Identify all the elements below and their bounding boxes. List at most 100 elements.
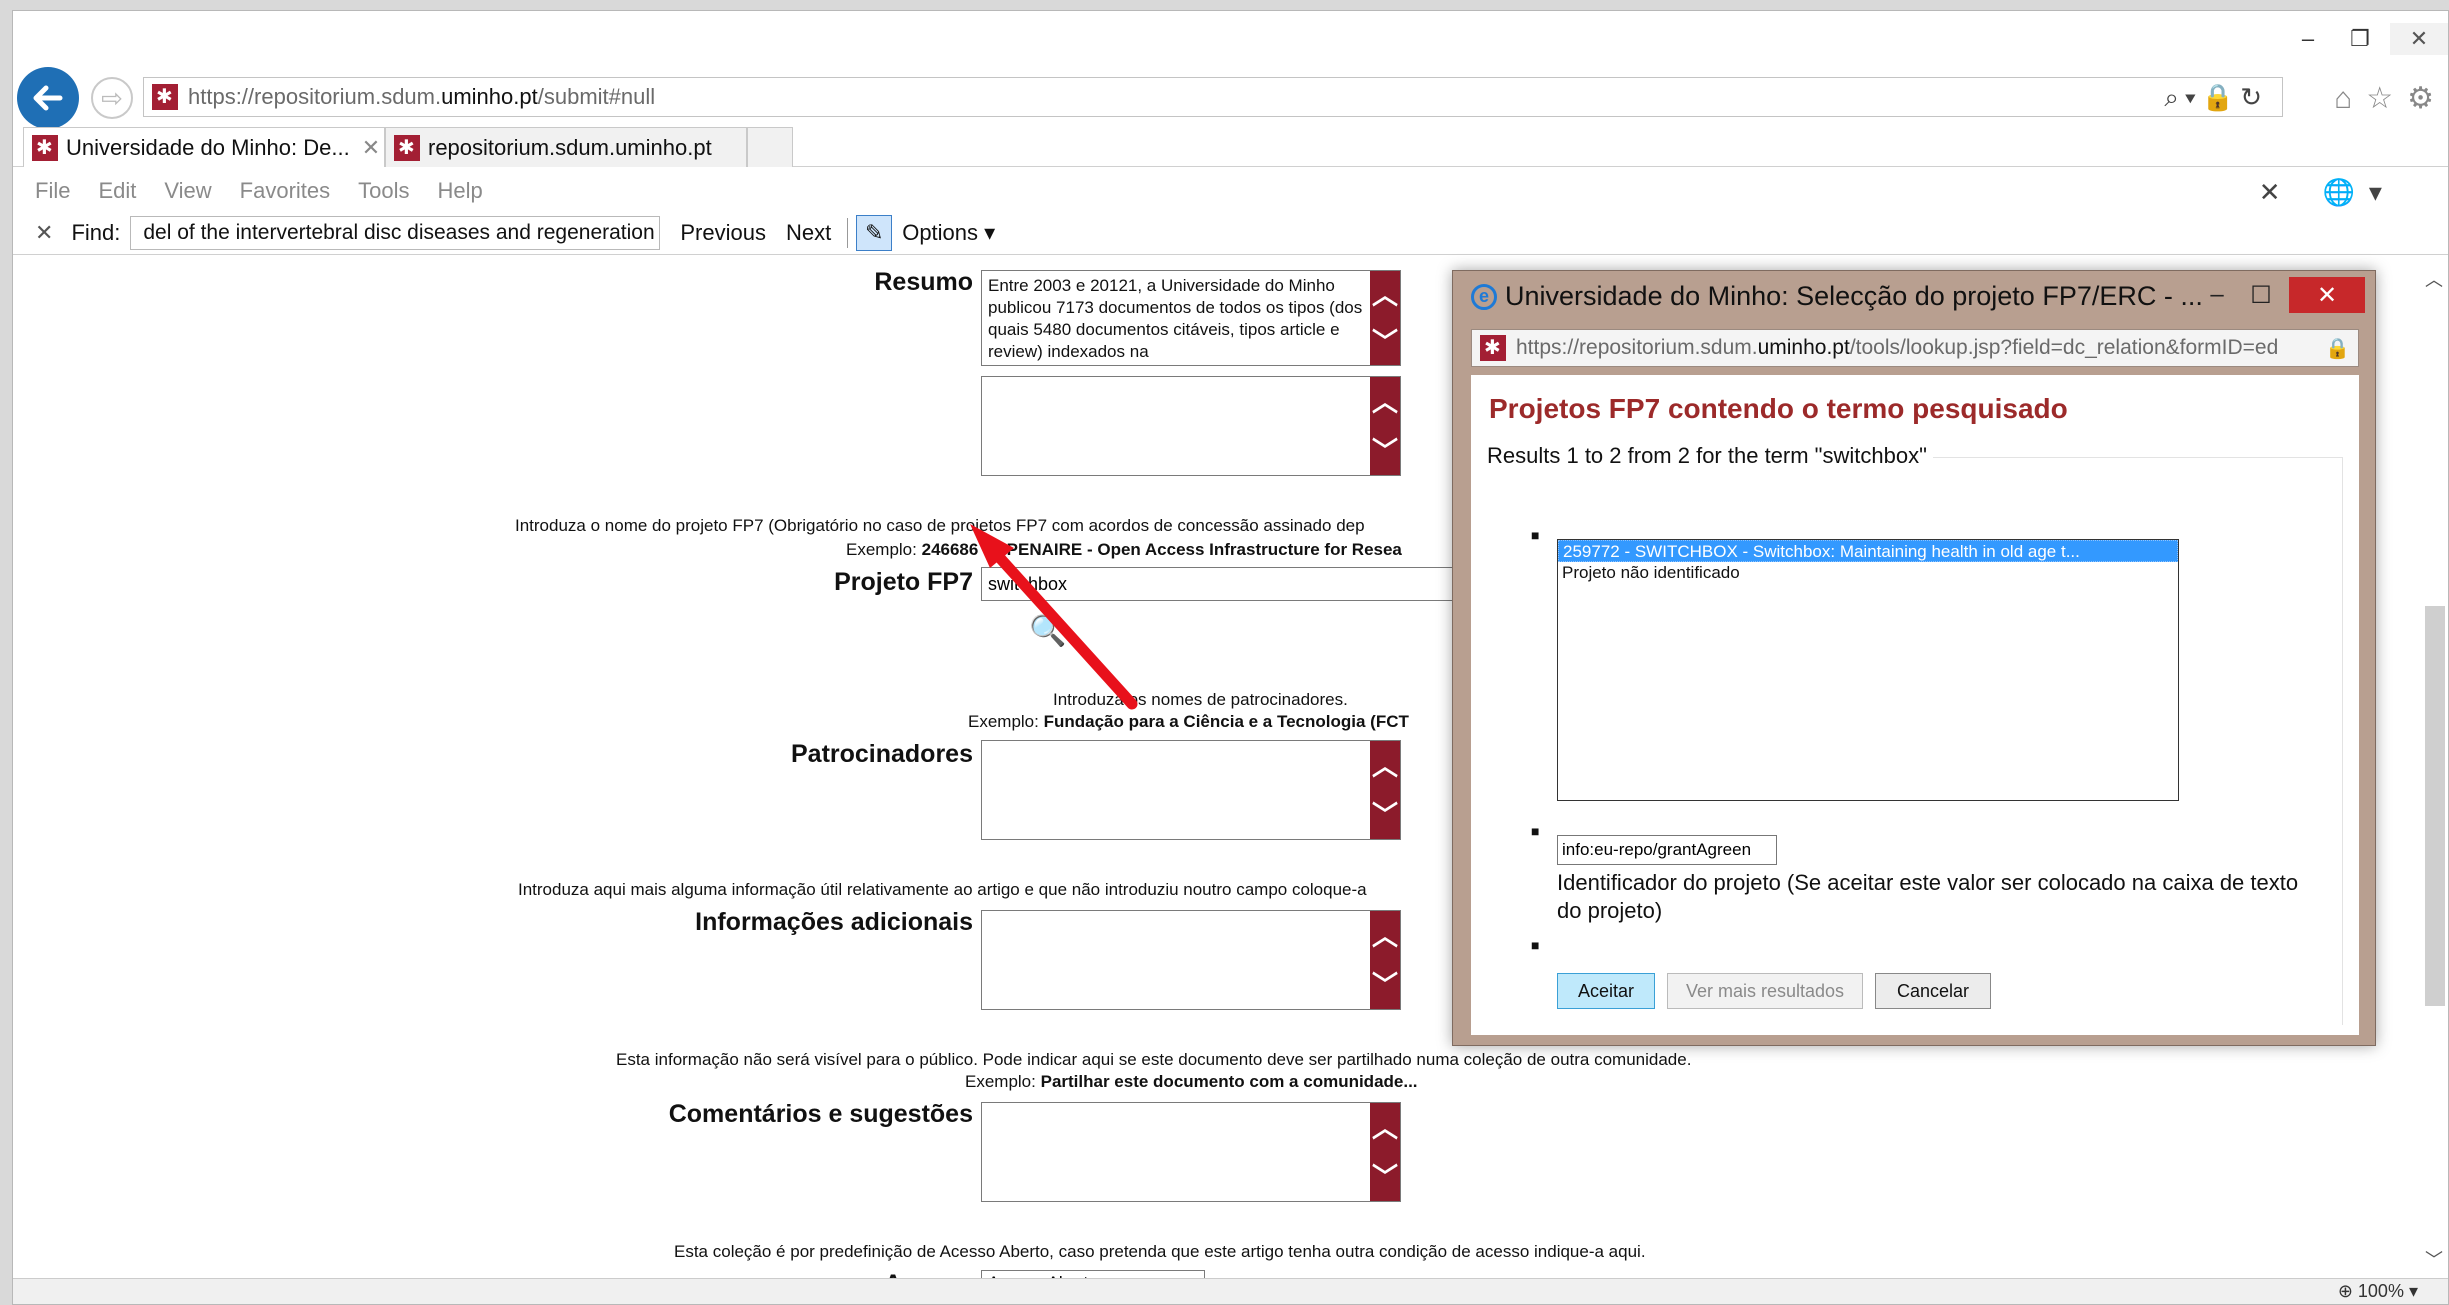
accept-button[interactable]: Aceitar: [1557, 973, 1655, 1009]
chevron-down-icon[interactable]: ﹀: [1372, 438, 1398, 464]
highlight-pencil-icon[interactable]: ✎: [856, 214, 893, 251]
find-previous-button[interactable]: Previous: [680, 220, 766, 246]
zoom-control[interactable]: ⊕ 100% ▾: [2338, 1281, 2418, 1302]
menu-favorites[interactable]: Favorites: [240, 178, 330, 204]
tab-favicon-icon: [394, 134, 420, 161]
sponsors-label: Patrocinadores: [790, 740, 973, 768]
page-scroll-thumb[interactable]: [2425, 606, 2445, 1006]
chevron-up-icon[interactable]: ︿: [1372, 389, 1398, 415]
window-caption-buttons: – ❐ ✕: [2278, 19, 2448, 59]
zoom-level: 100%: [2357, 1281, 2404, 1301]
chevron-down-icon[interactable]: ﹀: [1372, 329, 1398, 355]
cancel-button[interactable]: Cancelar: [1875, 973, 1991, 1009]
scroll-arrows[interactable]: ︿ ﹀: [1370, 1103, 1400, 1201]
chevron-up-icon[interactable]: ︿: [1372, 923, 1398, 949]
menu-right-icons: ✕ 🌐▾: [2259, 177, 2424, 208]
scroll-up-icon[interactable]: ︿: [2425, 266, 2443, 292]
tab-label: Universidade do Minho: De...: [66, 134, 350, 160]
chevron-down-icon[interactable]: ﹀: [1372, 1164, 1398, 1190]
forward-button[interactable]: ⇨: [91, 77, 133, 119]
tab-close-icon[interactable]: ✕: [362, 135, 380, 161]
comments-hint: Esta informação não será visível para o …: [616, 1050, 1692, 1069]
refresh-icon[interactable]: ↻: [2240, 82, 2268, 112]
results-listbox[interactable]: 259772 - SWITCHBOX - Switchbox: Maintain…: [1557, 539, 2179, 801]
resumo-textarea-2[interactable]: ︿ ﹀: [981, 376, 1401, 476]
identifier-input[interactable]: info:eu-repo/grantAgreen: [1557, 835, 1777, 865]
restore-icon[interactable]: ❐: [2338, 23, 2382, 55]
fp7-example: Exemplo: 246686 - OPENAIRE - Open Access…: [846, 540, 1402, 560]
page-scrollbar[interactable]: ︿ ﹀: [2422, 266, 2448, 1270]
ie-browser-icon: e: [1471, 283, 1497, 310]
resumo-textarea[interactable]: Entre 2003 e 20121, a Universidade do Mi…: [981, 270, 1401, 366]
back-arrow-icon: [33, 85, 63, 111]
more-results-button[interactable]: Ver mais resultados: [1667, 973, 1863, 1009]
list-bullet: ■: [1531, 527, 1540, 543]
address-bar[interactable]: https://repositorium.sdum.uminho.pt/subm…: [143, 77, 2283, 117]
close-window-icon[interactable]: ✕: [2390, 23, 2448, 55]
settings-gear-icon[interactable]: ⚙: [2407, 82, 2448, 115]
popup-url-domain: uminho.pt: [1757, 336, 1850, 359]
home-icon[interactable]: ⌂: [2334, 82, 2366, 115]
scroll-down-icon[interactable]: ﹀: [2425, 1246, 2443, 1272]
chevron-down-icon[interactable]: ﹀: [1372, 972, 1398, 998]
menu-bar: File Edit View Favorites Tools Help ✕ 🌐▾: [13, 171, 2448, 211]
translate-icon[interactable]: 🌐▾: [2323, 177, 2396, 207]
extra-textarea[interactable]: ︿ ﹀: [981, 910, 1401, 1010]
tab-inactive[interactable]: repositorium.sdum.uminho.pt: [385, 127, 747, 167]
popup-close-icon[interactable]: ✕: [2289, 277, 2365, 313]
list-bullet: ■: [1531, 823, 1540, 839]
find-next-button[interactable]: Next: [786, 220, 831, 246]
browser-chrome: – ❐ ✕ ⇨ https://repositorium.sdum.uminho…: [13, 11, 2448, 255]
identifier-description: Identificador do projeto (Se aceitar est…: [1557, 870, 2299, 923]
find-input[interactable]: del of the intervertebral disc diseases …: [130, 215, 661, 250]
result-option[interactable]: Projeto não identificado: [1558, 562, 2178, 584]
menu-view[interactable]: View: [164, 178, 211, 204]
lookup-popup-window: e Universidade do Minho: Selecção do pro…: [1452, 270, 2376, 1046]
example-value: Partilhar este documento com a comunidad…: [1040, 1072, 1418, 1091]
chevron-up-icon[interactable]: ︿: [1372, 1115, 1398, 1141]
favorites-star-icon[interactable]: ☆: [2366, 82, 2407, 115]
list-bullet: ■: [1531, 937, 1540, 953]
toolbar-icons: ⌂☆⚙: [2334, 81, 2448, 116]
sponsors-textarea[interactable]: ︿ ﹀: [981, 740, 1401, 840]
menu-edit[interactable]: Edit: [98, 178, 136, 204]
extra-hint: Introduza aqui mais alguma informação út…: [518, 880, 1367, 899]
menu-file[interactable]: File: [35, 178, 70, 204]
find-separator: [847, 217, 849, 248]
results-legend: Results 1 to 2 from 2 for the term "swit…: [1481, 443, 1933, 469]
tab-active[interactable]: Universidade do Minho: De... ✕: [23, 127, 385, 167]
chevron-up-icon[interactable]: ︿: [1372, 282, 1398, 308]
resumo-scroll-arrows[interactable]: ︿ ﹀: [1370, 271, 1400, 365]
scroll-arrows[interactable]: ︿ ﹀: [1370, 911, 1400, 1009]
minimize-icon[interactable]: –: [2286, 23, 2330, 55]
scroll-arrows[interactable]: ︿ ﹀: [1370, 377, 1400, 475]
popup-url-prefix: https://repositorium.sdum.: [1516, 336, 1758, 359]
dropdown-icon[interactable]: ▾: [2185, 82, 2202, 112]
comments-textarea[interactable]: ︿ ﹀: [981, 1102, 1401, 1202]
popup-minimize-icon[interactable]: –: [2195, 278, 2239, 312]
search-icon[interactable]: ⌕: [2164, 82, 2185, 112]
chevron-down-icon[interactable]: ﹀: [1372, 802, 1398, 828]
find-options-label: Options: [902, 219, 979, 245]
close-toolbar-icon[interactable]: ✕: [2259, 177, 2295, 207]
chevron-up-icon[interactable]: ︿: [1372, 753, 1398, 779]
lookup-magnifier-icon[interactable]: 🔍: [1029, 614, 1066, 649]
find-options-button[interactable]: Options ▾: [902, 220, 995, 246]
example-prefix: Exemplo:: [968, 712, 1039, 731]
back-button[interactable]: [17, 67, 79, 129]
popup-maximize-icon[interactable]: ☐: [2239, 278, 2283, 312]
popup-title-bar: e Universidade do Minho: Selecção do pro…: [1471, 281, 2203, 312]
example-prefix: Exemplo:: [846, 540, 917, 559]
new-tab-button[interactable]: [747, 127, 793, 167]
scroll-arrows[interactable]: ︿ ﹀: [1370, 741, 1400, 839]
result-option-selected[interactable]: 259772 - SWITCHBOX - Switchbox: Maintain…: [1558, 540, 2178, 562]
sponsors-example: Exemplo: Fundação para a Ciência e a Tec…: [968, 712, 1409, 732]
find-label: Find:: [71, 219, 121, 245]
fp7-input[interactable]: switchbox: [981, 567, 1457, 601]
close-find-icon[interactable]: ✕: [35, 220, 53, 246]
lock-icon[interactable]: 🔒: [2202, 82, 2240, 112]
menu-tools[interactable]: Tools: [358, 178, 409, 204]
address-tools: ⌕▾🔒↻: [2164, 82, 2268, 114]
popup-heading: Projetos FP7 contendo o termo pesquisado: [1489, 393, 2068, 424]
menu-help[interactable]: Help: [438, 178, 483, 204]
